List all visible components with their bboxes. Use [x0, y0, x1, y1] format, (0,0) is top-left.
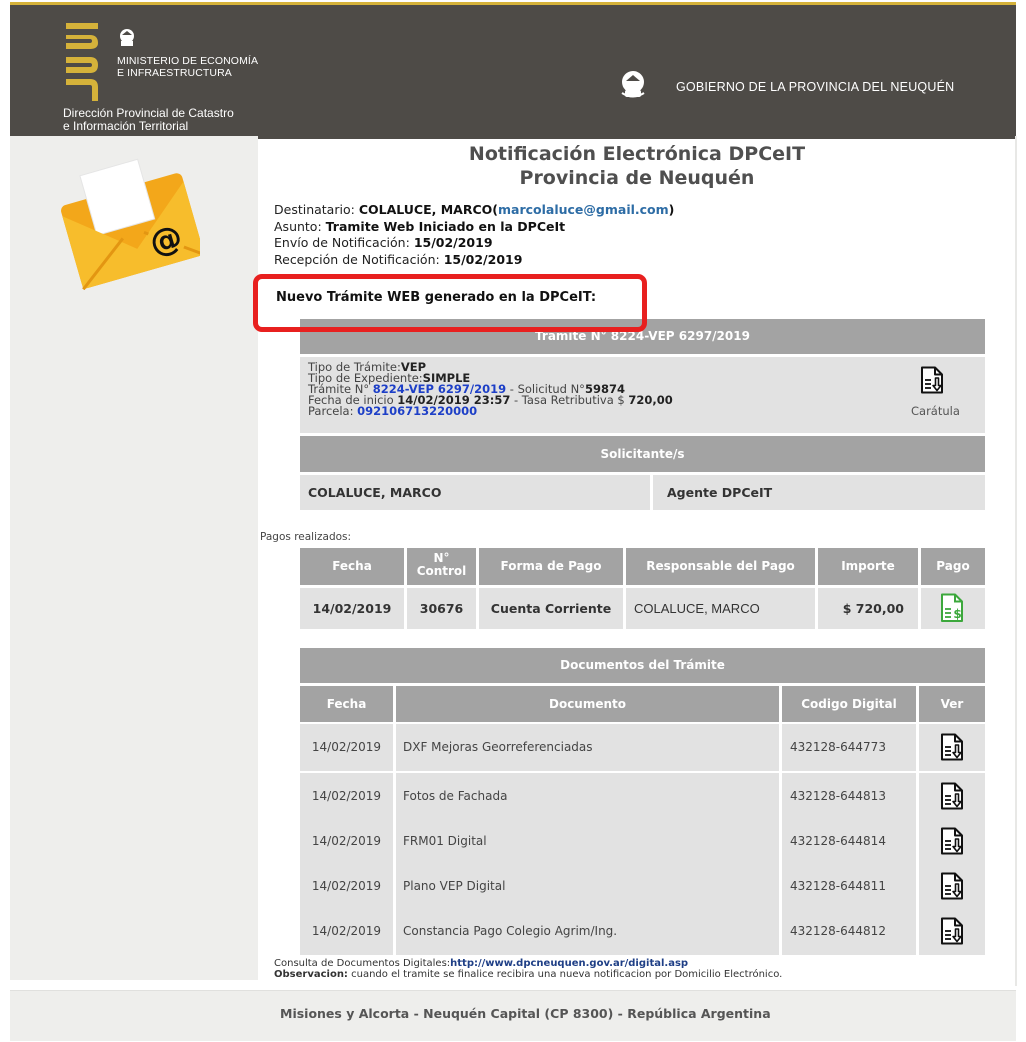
- ministry-line-2: E INFRAESTRUCTURA: [117, 67, 232, 79]
- payments-col-forma: Forma de Pago: [479, 548, 623, 585]
- payment-forma: Cuenta Corriente: [479, 588, 623, 629]
- received-date-line: Recepción de Notificación: 15/02/2019: [274, 252, 674, 269]
- notification-info: Destinatario: COLALUCE, MARCO(marcolaluc…: [274, 202, 674, 268]
- document-download-icon[interactable]: [940, 917, 964, 945]
- observation-text: cuando el tramite se finalice recibira u…: [351, 969, 783, 980]
- document-row-1-view-cell: [919, 724, 985, 771]
- observation-label: Observacion:: [274, 969, 348, 980]
- parcel-link[interactable]: 092106713220000: [357, 404, 477, 418]
- document-row-4-code: 432128-644811: [782, 863, 916, 910]
- document-row-4-view-cell: [919, 863, 985, 910]
- highlight-annotation: [253, 274, 647, 332]
- document-row-1-fecha: 14/02/2019: [300, 724, 393, 771]
- subject-value: Tramite Web Iniciado en la DPCeIt: [325, 218, 566, 234]
- document-download-icon[interactable]: [940, 782, 964, 810]
- payment-fecha: 14/02/2019: [300, 588, 404, 629]
- document-row-1-name: DXF Mejoras Georreferenciadas: [396, 724, 779, 771]
- payments-label: Pagos realizados:: [260, 531, 352, 543]
- solicitante-name: COLALUCE, MARCO: [308, 485, 442, 500]
- payments-col-control: N° Control: [407, 548, 476, 585]
- payments-col-importe: Importe: [818, 548, 918, 585]
- document-row-2-fecha: 14/02/2019: [300, 773, 393, 820]
- document-row-5-view-cell: [919, 908, 985, 955]
- solicitante-role-cell: Agente DPCeIT: [653, 475, 985, 510]
- documents-header: Documentos del Trámite: [300, 648, 985, 683]
- document-row-4-name: Plano VEP Digital: [396, 863, 779, 910]
- payments-col-control-line2: Control: [416, 564, 467, 578]
- right-border: [1015, 136, 1017, 986]
- footnotes: Consulta de Documentos Digitales:http://…: [274, 958, 782, 980]
- documents-col-codigo: Codigo Digital: [782, 686, 916, 722]
- subject-label: Asunto:: [274, 218, 322, 234]
- observation-line: Observacion: cuando el tramite se finali…: [274, 969, 782, 980]
- sent-date-label: Envío de Notificación:: [274, 235, 410, 250]
- tasa-value: 720,00: [628, 393, 673, 407]
- ministry-line-1: MINISTERIO DE ECONOMÍA: [117, 55, 259, 67]
- subject-line: Asunto: Tramite Web Iniciado en la DPCeI…: [274, 219, 674, 236]
- recipient-label: Destinatario:: [274, 202, 355, 217]
- government-name: GOBIERNO DE LA PROVINCIA DEL NEUQUÉN: [676, 80, 955, 94]
- document-download-icon[interactable]: [940, 827, 964, 855]
- document-row-2-view-cell: [919, 773, 985, 820]
- payments-col-fecha: Fecha: [300, 548, 404, 585]
- department-line-2: e Información Territorial: [63, 119, 189, 133]
- notification-page: MINISTERIO DE ECONOMÍA E INFRAESTRUCTURA…: [0, 0, 1026, 1042]
- parcel-line: Parcela: 092106713220000: [308, 404, 673, 418]
- document-download-icon[interactable]: [940, 733, 964, 761]
- recipient-name: COLALUCE, MARCO: [358, 202, 493, 217]
- email-envelope-icon: @: [61, 158, 200, 290]
- consulta-line: Consulta de Documentos Digitales:http://…: [274, 958, 782, 969]
- solicitante-name-cell: COLALUCE, MARCO: [300, 475, 650, 510]
- payment-document-icon[interactable]: $: [940, 593, 964, 623]
- tramite-details: Tipo de Trámite:VEP Tipo de Expediente:S…: [300, 357, 985, 433]
- document-row-4-fecha: 14/02/2019: [300, 863, 393, 910]
- document-download-icon[interactable]: [940, 872, 964, 900]
- payment-pago-cell: $: [921, 588, 985, 629]
- caratula-download-icon[interactable]: [920, 366, 944, 394]
- page-title: Notificación Electrónica DPCeIT: [468, 143, 806, 165]
- documents-col-documento: Documento: [396, 686, 779, 722]
- recipient-email-link[interactable]: marcolaluce@gmail.com: [498, 202, 669, 217]
- footer-address: Misiones y Alcorta - Neuquén Capital (CP…: [280, 1006, 771, 1021]
- government-seal-icon: [621, 71, 645, 98]
- document-row-3-fecha: 14/02/2019: [300, 818, 393, 865]
- tramite-detail-lines: Tipo de Trámite:VEP Tipo de Expediente:S…: [308, 361, 673, 418]
- neu-brand-logo-icon: [60, 19, 104, 105]
- recipient-line: Destinatario: COLALUCE, MARCO(marcolaluc…: [274, 202, 675, 217]
- documents-col-fecha: Fecha: [300, 686, 393, 722]
- solicitantes-header: Solicitante/s: [300, 436, 985, 472]
- received-date-label: Recepción de Notificación:: [274, 251, 440, 267]
- sent-date-value: 15/02/2019: [413, 235, 493, 250]
- solicitante-role: Agente DPCeIT: [667, 485, 773, 500]
- document-row-3-view-cell: [919, 818, 985, 865]
- caratula-label[interactable]: Carátula: [911, 404, 960, 418]
- page-subtitle: Provincia de Neuquén: [519, 167, 755, 189]
- document-row-3-name: FRM01 Digital: [396, 818, 779, 865]
- consulta-label: Consulta de Documentos Digitales:: [274, 958, 451, 969]
- received-date-value: 15/02/2019: [443, 251, 523, 267]
- document-row-3-code: 432128-644814: [782, 818, 916, 865]
- parcel-label: Parcela:: [308, 404, 354, 418]
- header-banner: MINISTERIO DE ECONOMÍA E INFRAESTRUCTURA…: [10, 2, 1016, 139]
- sent-date-line: Envío de Notificación: 15/02/2019: [274, 235, 674, 252]
- payment-responsable: COLALUCE, MARCO: [626, 588, 815, 629]
- payment-importe: $ 720,00: [818, 588, 918, 629]
- document-row-1-code: 432128-644773: [782, 724, 916, 771]
- document-row-2-name: Fotos de Fachada: [396, 773, 779, 820]
- ministry-name: MINISTERIO DE ECONOMÍA E INFRAESTRUCTURA: [117, 55, 258, 79]
- document-row-5-fecha: 14/02/2019: [300, 908, 393, 955]
- payments-col-responsable: Responsable del Pago: [626, 548, 815, 585]
- svg-text:$: $: [953, 607, 961, 621]
- document-row-5-name: Constancia Pago Colegio Agrim/Ing.: [396, 908, 779, 955]
- department-name: Dirección Provincial de Catastro e Infor…: [63, 107, 234, 133]
- provincial-seal-icon: [120, 29, 134, 46]
- documents-col-ver: Ver: [919, 686, 985, 722]
- payments-col-pago: Pago: [921, 548, 985, 585]
- payment-control: 30676: [407, 588, 476, 629]
- document-row-5-code: 432128-644812: [782, 908, 916, 955]
- document-row-2-code: 432128-644813: [782, 773, 916, 820]
- consulta-url-link[interactable]: http://www.dpcneuquen.gov.ar/digital.asp: [450, 958, 688, 969]
- tasa-label: - Tasa Retributiva $: [513, 393, 625, 407]
